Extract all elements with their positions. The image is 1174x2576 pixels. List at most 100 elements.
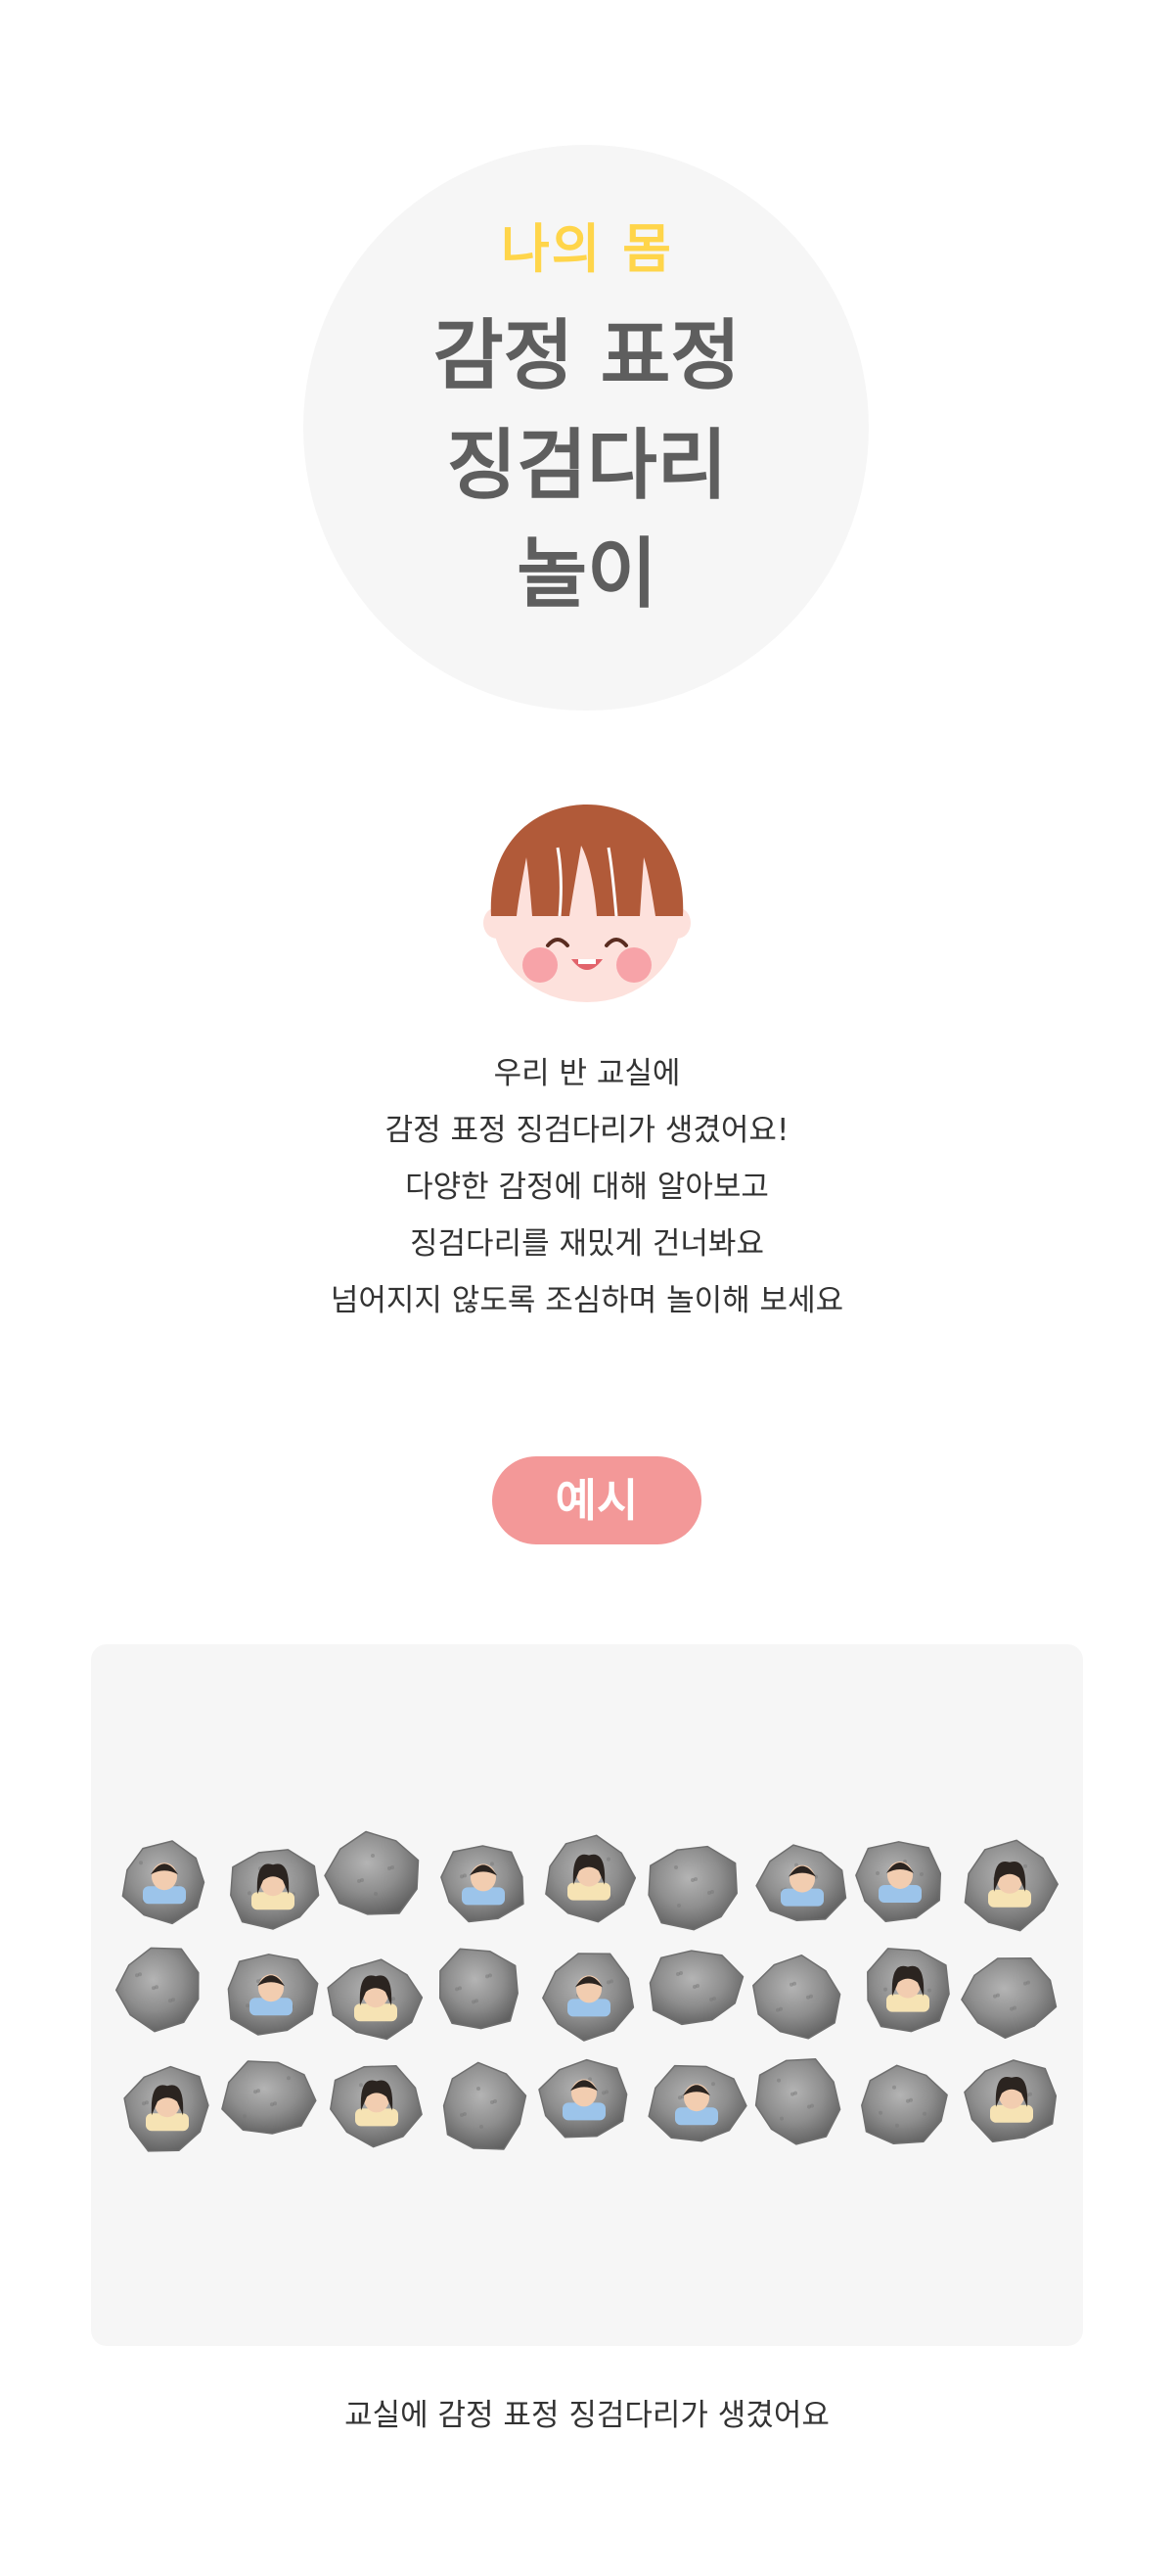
stone-speckle bbox=[607, 1857, 610, 1862]
stone-speckle bbox=[809, 1994, 813, 1999]
stone-speckle bbox=[996, 1993, 1000, 1998]
stepping-stone-icon bbox=[230, 1849, 320, 1930]
stepping-stone-icon bbox=[855, 1841, 942, 1922]
stone-speckle bbox=[359, 2083, 363, 2088]
stone-speckle bbox=[712, 1997, 716, 2001]
stone-speckle bbox=[1028, 2092, 1032, 2096]
hero-title-line-2: 징검다리 bbox=[446, 422, 728, 510]
stone-speckle bbox=[679, 1971, 683, 1975]
stepping-stone-icon bbox=[538, 2058, 628, 2139]
stone-speckle bbox=[139, 1861, 143, 1865]
stone-speckle bbox=[892, 2085, 896, 2090]
stone-speckle bbox=[243, 2114, 247, 2119]
stepping-stone-icon bbox=[438, 1948, 519, 2030]
stone-speckle bbox=[463, 2112, 467, 2116]
stone-speckle bbox=[610, 1979, 613, 1984]
hero-title-line-1: 감정 표정 bbox=[432, 312, 742, 400]
description-line: 감정 표정 징검다리가 생겼어요! bbox=[384, 1113, 790, 1148]
stepping-stone-icon bbox=[649, 1950, 745, 2026]
stone-speckle bbox=[287, 2076, 291, 2081]
hero-subtitle: 나의 몸 bbox=[501, 218, 673, 280]
stones-photo bbox=[114, 1830, 1059, 2152]
stone-speckle bbox=[390, 1865, 394, 1869]
description-line: 우리 반 교실에 bbox=[493, 1056, 681, 1091]
stone-speckle bbox=[493, 2099, 497, 2103]
stepping-stone-icon bbox=[648, 2064, 747, 2142]
stone-speckle bbox=[927, 1988, 931, 1993]
left-cheek bbox=[522, 947, 558, 983]
stone-speckle bbox=[256, 2089, 260, 2093]
stone-shape bbox=[861, 2064, 948, 2145]
teeth bbox=[578, 959, 596, 964]
stepping-stone-icon bbox=[440, 1845, 524, 1923]
stone-shape bbox=[221, 2060, 317, 2135]
stone-speckle bbox=[1023, 1863, 1027, 1868]
stone-speckle bbox=[273, 2101, 277, 2106]
stone-shape bbox=[438, 1948, 519, 2030]
stone-speckle bbox=[391, 1997, 395, 2001]
stone-speckle bbox=[710, 1890, 714, 1894]
stepping-stone-icon bbox=[752, 1954, 841, 2040]
stepping-stone-icon bbox=[861, 2064, 948, 2145]
stone-speckle bbox=[792, 1981, 796, 1986]
stone-speckle bbox=[155, 1985, 158, 1990]
stone-speckle bbox=[909, 2097, 913, 2102]
stone-shape bbox=[754, 2058, 841, 2145]
stone-speckle bbox=[1026, 1980, 1030, 1985]
child-face-icon bbox=[483, 805, 691, 1002]
stepping-stone-icon bbox=[867, 1948, 950, 2033]
stone-speckle bbox=[145, 2100, 149, 2105]
stepping-stone-icon bbox=[114, 1947, 200, 2033]
stepping-stone-icon bbox=[755, 1844, 847, 1921]
stone-speckle bbox=[883, 1987, 887, 1992]
stepping-stone-icon bbox=[964, 1839, 1059, 1932]
stone-speckle bbox=[463, 1873, 467, 1878]
stone-shape bbox=[442, 2061, 527, 2150]
stone-speckle bbox=[696, 1984, 700, 1988]
stepping-stone-icon bbox=[221, 2060, 317, 2135]
stone-speckle bbox=[1013, 2005, 1016, 2010]
stone-speckle bbox=[246, 2003, 249, 2008]
stone-shape bbox=[324, 1830, 420, 1915]
stepping-stone-icon bbox=[542, 1953, 635, 2042]
stone-speckle bbox=[923, 2111, 926, 2116]
example-gallery bbox=[91, 1644, 1083, 2346]
stepping-stone-icon bbox=[545, 1834, 637, 1923]
stone-speckle bbox=[879, 2110, 882, 2115]
hero-title-line-3: 놀이 bbox=[517, 530, 657, 619]
stone-speckle bbox=[488, 1973, 492, 1978]
example-badge: 예시 bbox=[492, 1456, 701, 1544]
right-cheek bbox=[616, 947, 652, 983]
stone-speckle bbox=[374, 1892, 378, 1896]
stepping-stone-icon bbox=[327, 1958, 424, 2041]
stone-speckle bbox=[371, 1854, 375, 1858]
stone-speckle bbox=[479, 2125, 483, 2129]
stone-speckle bbox=[138, 1972, 142, 1977]
stone-shape bbox=[961, 1957, 1058, 2040]
stepping-stone-icon bbox=[324, 1830, 420, 1915]
stone-shape bbox=[752, 1954, 841, 2040]
stone-speckle bbox=[605, 2090, 609, 2094]
stone-speckle bbox=[476, 2087, 480, 2091]
stone-speckle bbox=[711, 2082, 715, 2087]
stepping-stone-icon bbox=[227, 1954, 319, 2036]
description-line: 넘어지지 않도록 조심하며 놀이해 보세요 bbox=[330, 1283, 844, 1318]
stone-speckle bbox=[360, 1878, 364, 1882]
stone-speckle bbox=[458, 1986, 462, 1991]
stone-speckle bbox=[876, 1871, 880, 1875]
stone-speckle bbox=[674, 1865, 678, 1869]
gallery-caption: 교실에 감정 표정 징검다리가 생겼어요 bbox=[344, 2398, 830, 2433]
stone-speckle bbox=[248, 1891, 251, 1896]
stepping-stone-icon bbox=[330, 2065, 423, 2148]
description-line: 징검다리를 재밌게 건너봐요 bbox=[410, 1226, 764, 1262]
stone-speckle bbox=[780, 2116, 784, 2121]
stepping-stone-icon bbox=[442, 2061, 527, 2150]
stone-speckle bbox=[810, 2103, 814, 2108]
stone-speckle bbox=[793, 2091, 797, 2095]
stone-speckle bbox=[490, 1862, 494, 1866]
stepping-stone-icon bbox=[123, 2065, 209, 2152]
stone-shape bbox=[114, 1947, 200, 2033]
stepping-stone-icon bbox=[961, 1957, 1058, 2040]
stepping-stone-icon bbox=[964, 2059, 1058, 2143]
stone-speckle bbox=[694, 1877, 698, 1881]
